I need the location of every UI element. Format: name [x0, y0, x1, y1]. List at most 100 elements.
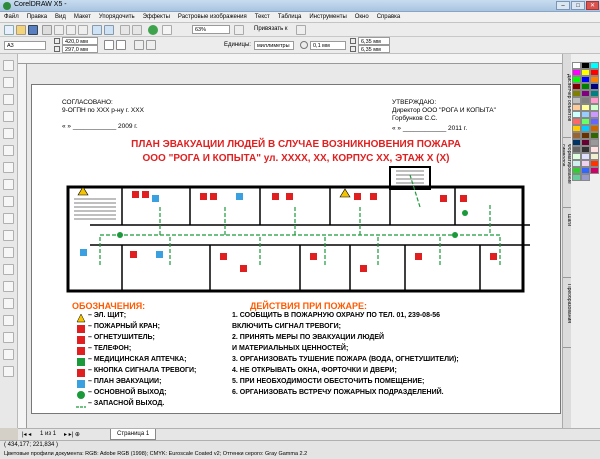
nudge-distance-field[interactable]: 0,1 мм [310, 41, 346, 50]
color-swatch[interactable] [590, 90, 599, 97]
page-height-field[interactable]: 297,0 мм [62, 45, 98, 53]
polygon-tool-icon[interactable] [3, 196, 14, 207]
menu-item-1[interactable]: Правка [23, 12, 51, 23]
rectangle-tool-icon[interactable] [3, 162, 14, 173]
zoom-tool-icon[interactable] [3, 111, 14, 122]
color-swatch[interactable] [581, 83, 590, 90]
color-swatch[interactable] [581, 139, 590, 146]
color-swatch[interactable] [590, 111, 599, 118]
first-page-icon[interactable]: |◂ ◂ [22, 431, 31, 438]
duplicate-y-field[interactable]: 6,35 мм [358, 45, 390, 53]
color-swatch[interactable] [590, 83, 599, 90]
color-swatch[interactable] [590, 153, 599, 160]
menu-item-0[interactable]: Файл [0, 12, 23, 23]
menu-item-10[interactable]: Окно [351, 12, 373, 23]
color-swatch[interactable] [590, 62, 599, 69]
basic-shapes-icon[interactable] [3, 213, 14, 224]
menu-item-11[interactable]: Справка [373, 12, 405, 23]
table-tool-icon[interactable] [3, 247, 14, 258]
smart-fill-icon[interactable] [3, 145, 14, 156]
color-swatch[interactable] [581, 132, 590, 139]
maximize-button[interactable]: □ [571, 1, 585, 10]
print-icon[interactable] [42, 25, 52, 35]
menu-item-2[interactable]: Вид [51, 12, 70, 23]
color-swatch[interactable] [581, 146, 590, 153]
snap-to-dropdown[interactable]: Привязать к [254, 26, 288, 32]
color-swatch[interactable] [581, 69, 590, 76]
text-tool-icon[interactable] [3, 230, 14, 241]
color-swatch[interactable] [581, 125, 590, 132]
color-swatch[interactable] [581, 111, 590, 118]
color-swatch[interactable] [581, 118, 590, 125]
color-swatch[interactable] [572, 132, 581, 139]
minimize-button[interactable]: – [556, 1, 570, 10]
outline-tool-icon[interactable] [3, 332, 14, 343]
duplicate-x-field[interactable]: 6,35 мм [358, 37, 390, 45]
document-page[interactable]: СОГЛАСОВАНО: 9-ОГПН по ХХХ р-ну г. ХХХ «… [31, 84, 561, 414]
color-swatch[interactable] [581, 153, 590, 160]
menu-item-8[interactable]: Таблица [274, 12, 306, 23]
all-pages-icon[interactable] [134, 40, 144, 50]
color-swatch[interactable] [572, 76, 581, 83]
export-icon[interactable] [132, 25, 142, 35]
color-swatch[interactable] [572, 111, 581, 118]
color-swatch[interactable] [581, 97, 590, 104]
color-swatch[interactable] [581, 76, 590, 83]
open-folder-icon[interactable] [16, 25, 26, 35]
color-swatch[interactable] [572, 139, 581, 146]
dimension-tool-icon[interactable] [3, 264, 14, 275]
docker-tabs[interactable]: Диспетчер объектов Форматирование символо… [562, 54, 572, 428]
color-swatch[interactable] [572, 153, 581, 160]
color-swatch[interactable] [590, 139, 599, 146]
copy-icon[interactable] [66, 25, 76, 35]
landscape-icon[interactable] [116, 40, 126, 50]
undo-icon[interactable] [92, 25, 102, 35]
eyedropper-tool-icon[interactable] [3, 315, 14, 326]
units-select[interactable]: миллиметры [254, 41, 294, 50]
application-launcher-icon[interactable] [148, 25, 158, 35]
color-swatch[interactable] [581, 90, 590, 97]
color-swatch[interactable] [590, 132, 599, 139]
color-swatch[interactable] [572, 125, 581, 132]
color-swatch[interactable] [572, 90, 581, 97]
color-swatch[interactable] [590, 167, 599, 174]
ellipse-tool-icon[interactable] [3, 179, 14, 190]
menu-item-5[interactable]: Эффекты [139, 12, 174, 23]
color-swatch[interactable] [572, 167, 581, 174]
options-icon[interactable] [296, 25, 306, 35]
save-icon[interactable] [28, 25, 38, 35]
color-swatch[interactable] [572, 174, 581, 181]
color-swatch[interactable] [590, 160, 599, 167]
menu-item-9[interactable]: Инструменты [305, 12, 350, 23]
menu-item-3[interactable]: Макет [70, 12, 95, 23]
color-swatch[interactable] [581, 160, 590, 167]
crop-tool-icon[interactable] [3, 94, 14, 105]
paper-size-select[interactable]: A3 [4, 41, 46, 50]
next-page-icon[interactable]: ▸ ▸| ⊕ [64, 431, 80, 438]
connector-tool-icon[interactable] [3, 281, 14, 292]
menu-item-6[interactable]: Растровые изображения [174, 12, 251, 23]
color-swatch[interactable] [590, 125, 599, 132]
blend-tool-icon[interactable] [3, 298, 14, 309]
color-swatch[interactable] [581, 167, 590, 174]
color-swatch[interactable] [581, 174, 590, 181]
paste-icon[interactable] [78, 25, 88, 35]
color-swatch[interactable] [590, 97, 599, 104]
color-swatch[interactable] [572, 104, 581, 111]
zoom-level-field[interactable]: 63% [192, 25, 230, 34]
portrait-icon[interactable] [104, 40, 114, 50]
welcome-screen-icon[interactable] [162, 25, 172, 35]
import-icon[interactable] [120, 25, 130, 35]
color-swatch[interactable] [572, 160, 581, 167]
color-swatch[interactable] [590, 104, 599, 111]
color-swatch[interactable] [572, 62, 581, 69]
color-swatch[interactable] [590, 146, 599, 153]
cut-icon[interactable] [54, 25, 64, 35]
freehand-tool-icon[interactable] [3, 128, 14, 139]
color-profiles[interactable]: Цветовые профили документа: RGB: Adobe R… [4, 451, 307, 457]
page-width-field[interactable]: 420,0 мм [62, 37, 98, 45]
menu-item-7[interactable]: Текст [251, 12, 274, 23]
close-button[interactable]: ✕ [586, 1, 599, 10]
color-swatch[interactable] [581, 62, 590, 69]
color-swatch[interactable] [590, 76, 599, 83]
